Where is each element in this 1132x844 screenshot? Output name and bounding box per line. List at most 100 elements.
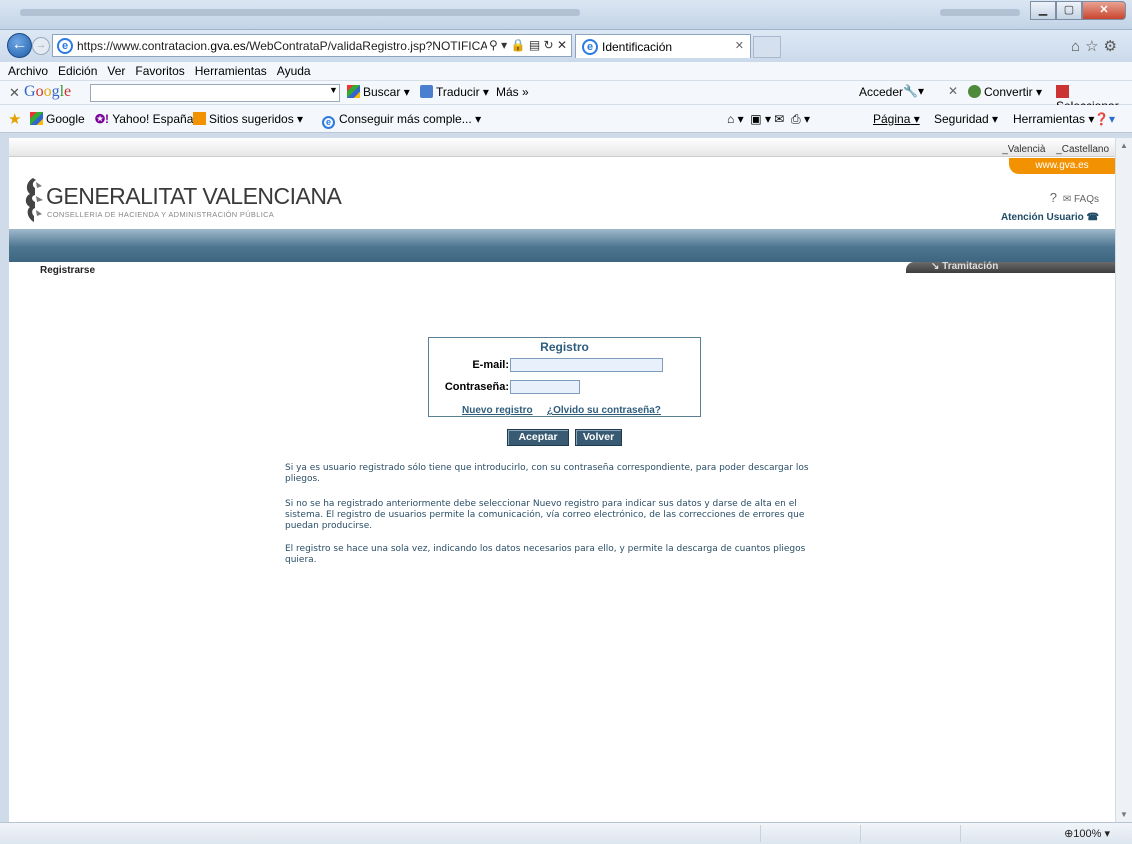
menu-ver[interactable]: Ver [107, 64, 125, 78]
email-field[interactable] [510, 358, 663, 372]
refresh-icon[interactable]: ↻ [544, 38, 554, 52]
translate-icon [420, 85, 433, 98]
password-label: Contraseña: [444, 381, 509, 393]
mail-icon: ✉ [1062, 194, 1072, 205]
address-path: /WebContrataP/validaRegistro.jsp?NOTIFIC… [245, 38, 492, 53]
arrow-icon: ↘ [931, 261, 940, 272]
google-search-input[interactable] [90, 84, 340, 102]
cmd-icons[interactable]: ⌂ ▾ ▣ ▾ ✉ ⎙ ▾ [727, 112, 810, 127]
fav-sitios-sugeridos[interactable]: Sitios sugeridos ▾ [193, 112, 303, 126]
traducir-button[interactable]: Traducir ▾ [420, 85, 489, 99]
search-dropdown-icon[interactable]: ▼ [329, 85, 338, 95]
header-bar [9, 229, 1115, 262]
aceptar-button[interactable]: Aceptar [507, 429, 569, 446]
window-titlebar: ▁ ▢ ✕ [0, 0, 1132, 30]
atencion-usuario-link[interactable]: Atención Usuario ☎ [1001, 212, 1099, 223]
menu-herramientas[interactable]: Herramientas [195, 64, 267, 78]
logo-title: GENERALITAT VALENCIANA [46, 183, 342, 209]
favorites-bar: ★ Google ✪! Yahoo! España Sitios sugerid… [0, 105, 1132, 133]
menu-bar: Archivo Edición Ver Favoritos Herramient… [0, 62, 1132, 81]
convert-icon [968, 85, 981, 98]
lang-castellano-link[interactable]: _Castellano [1056, 144, 1109, 155]
search-icon[interactable]: ⚲ [489, 38, 498, 52]
blurred-tabs [20, 9, 580, 16]
favorites-icon[interactable]: ★ [8, 110, 21, 128]
zoom-control[interactable]: ⊕100% ▾ [1064, 827, 1110, 840]
breadcrumb-registrarse: Registrarse [40, 265, 96, 276]
google-logo: Google [24, 83, 72, 100]
registro-form: Registro E-mail: Contraseña: Nuevo regis… [428, 337, 701, 417]
info-paragraph-2: Si no se ha registrado anteriormente deb… [285, 499, 805, 531]
favorites-star-icon[interactable]: ☆ [1085, 38, 1103, 55]
tab-identificacion[interactable]: e Identificación ✕ [575, 34, 751, 58]
dropdown-icon[interactable]: ▾ [501, 38, 507, 52]
fav-yahoo[interactable]: ✪! Yahoo! España [95, 112, 193, 126]
address-prefix: https://www.contratacion. [77, 38, 211, 53]
stop-icon[interactable]: ✕ [557, 38, 567, 52]
close-toolbar-icon[interactable]: ✕ [9, 85, 20, 101]
lang-valencia-link[interactable]: _Valencià [1002, 144, 1045, 155]
tab-title: Identificación [602, 39, 673, 54]
tab-ie-icon: e [582, 38, 598, 55]
wrench-icon[interactable]: 🔧▾ [903, 84, 924, 98]
generalitat-emblem-icon [25, 178, 43, 222]
info-paragraph-3: El registro se hace una sola vez, indica… [285, 544, 806, 565]
help-icon[interactable]: ❓▾ [1094, 112, 1115, 126]
pdf-select-icon [1056, 85, 1069, 98]
back-button[interactable]: ← [7, 33, 32, 58]
window-controls: ▁ ▢ ✕ [1030, 1, 1126, 20]
mas-button[interactable]: Más » [496, 85, 529, 99]
browser-right-icons: ⌂☆⚙ [1071, 37, 1122, 55]
address-bar[interactable]: e https://www.contratacion. gva.es/WebCon… [52, 34, 572, 57]
nuevo-registro-link[interactable]: Nuevo registro [462, 405, 533, 416]
olvido-contrasena-link[interactable]: ¿Olvido su contraseña? [547, 405, 661, 416]
close-x-icon[interactable]: ✕ [948, 84, 958, 98]
buscar-button[interactable]: Buscar ▾ [347, 85, 410, 99]
password-field[interactable] [510, 380, 580, 394]
menu-archivo[interactable]: Archivo [8, 64, 48, 78]
menu-ayuda[interactable]: Ayuda [277, 64, 311, 78]
maximize-button[interactable]: ▢ [1056, 1, 1082, 20]
cmd-seguridad[interactable]: Seguridad ▾ [934, 112, 998, 126]
question-icon: ? [1049, 190, 1058, 205]
phone-icon: ☎ [1086, 212, 1099, 223]
compat-icon[interactable]: ▤ [529, 38, 540, 52]
google-icon [347, 85, 360, 98]
address-tools: ⚲ ▾ 🔒 ▤ ↻ ✕ [487, 38, 567, 52]
lock-icon[interactable]: 🔒 [511, 38, 526, 52]
forward-button[interactable]: → [32, 37, 50, 55]
home-icon[interactable]: ⌂ [1071, 38, 1085, 55]
window-left-edge [0, 133, 9, 822]
google-toolbar: ✕ Google ▼ Buscar ▾ Traducir ▾ Más » Acc… [0, 81, 1132, 113]
tramitacion-tab[interactable]: ↘ Tramitación [906, 262, 1115, 273]
faqs-link[interactable]: ? ✉ FAQs [1050, 190, 1099, 205]
gva-site-link[interactable]: www.gva.es [1009, 158, 1115, 174]
minimize-button[interactable]: ▁ [1030, 1, 1056, 20]
fav-conseguir[interactable]: e Conseguir más comple... ▾ [322, 112, 481, 129]
close-window-button[interactable]: ✕ [1082, 1, 1126, 20]
ie-page-icon: e [57, 37, 73, 54]
logo-subtitle: CONSELLERIA DE HACIENDA Y ADMINISTRACIÓN… [47, 210, 275, 219]
scroll-down-icon[interactable]: ▼ [1120, 810, 1128, 819]
navigation-row: ← → e https://www.contratacion. gva.es/We… [0, 30, 1132, 62]
acceder-button[interactable]: Acceder [859, 85, 903, 99]
vertical-scrollbar[interactable]: ▲ ▼ [1115, 138, 1132, 822]
menu-edicion[interactable]: Edición [58, 64, 97, 78]
address-host: gva.es [210, 38, 246, 53]
zoom-icon: ⊕ [1064, 828, 1074, 840]
convertir-button[interactable]: Convertir ▾ [968, 85, 1042, 99]
scroll-up-icon[interactable]: ▲ [1120, 141, 1128, 150]
tab-close-icon[interactable]: ✕ [735, 39, 744, 52]
volver-button[interactable]: Volver [575, 429, 622, 446]
fav-google[interactable]: Google [30, 112, 85, 126]
blurred-search [940, 9, 1020, 16]
cmd-pagina[interactable]: Página ▾ [873, 112, 920, 126]
new-tab-button[interactable] [753, 36, 781, 58]
info-paragraph-1: Si ya es usuario registrado sólo tiene q… [285, 463, 809, 484]
page-content: _Valencià _Castellano www.gva.es GENERAL… [9, 138, 1115, 822]
menu-favoritos[interactable]: Favoritos [135, 64, 184, 78]
email-label: E-mail: [472, 359, 509, 371]
status-bar: ⊕100% ▾ [0, 822, 1132, 844]
cmd-herramientas[interactable]: Herramientas ▾ [1013, 112, 1094, 126]
gear-icon[interactable]: ⚙ [1104, 38, 1122, 55]
